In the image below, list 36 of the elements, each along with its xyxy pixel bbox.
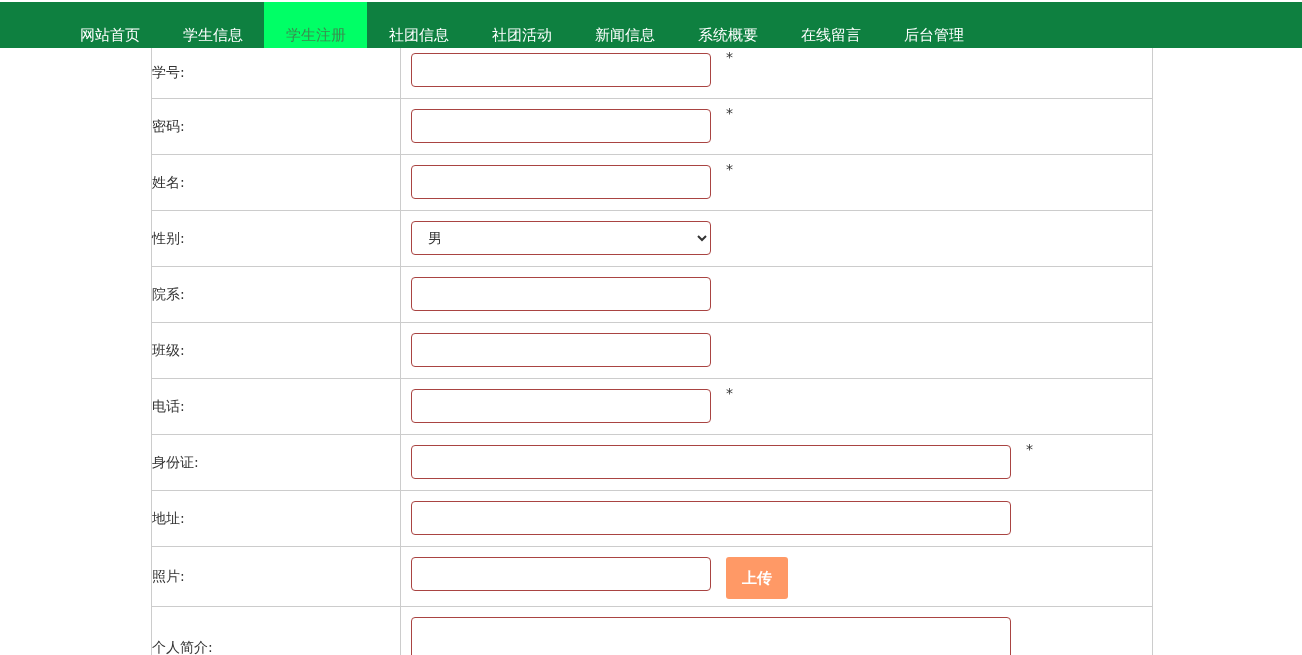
required-mark: * — [726, 161, 733, 177]
input-field[interactable] — [411, 557, 711, 591]
field-label: 姓名: — [152, 155, 401, 210]
nav-tab[interactable]: 学生注册 — [264, 2, 367, 48]
text-area[interactable] — [411, 617, 1011, 655]
nav-tab[interactable]: 在线留言 — [779, 2, 882, 48]
field-label: 照片: — [152, 547, 401, 606]
field-label: 密码: — [152, 99, 401, 154]
field-label: 班级: — [152, 323, 401, 378]
field-label: 性别: — [152, 211, 401, 266]
input-field[interactable] — [411, 277, 711, 311]
nav-tab[interactable]: 系统概要 — [676, 2, 779, 48]
field-label: 电话: — [152, 379, 401, 434]
input-field[interactable] — [411, 333, 711, 367]
field-label: 个人简介: — [152, 607, 401, 655]
nav-tab[interactable]: 网站首页 — [58, 2, 161, 48]
nav-tab[interactable]: 后台管理 — [882, 2, 985, 48]
field-label: 学号: — [152, 48, 401, 98]
nav-tab[interactable]: 社团信息 — [367, 2, 470, 48]
input-field[interactable] — [411, 445, 1011, 479]
input-field[interactable] — [411, 501, 1011, 535]
select-field[interactable]: 男 — [411, 221, 711, 255]
input-field[interactable] — [411, 389, 711, 423]
required-mark: * — [726, 385, 733, 401]
input-field[interactable] — [411, 165, 711, 199]
nav-tab[interactable]: 新闻信息 — [573, 2, 676, 48]
field-label: 身份证: — [152, 435, 401, 490]
input-field[interactable] — [411, 53, 711, 87]
required-mark: * — [726, 105, 733, 121]
field-label: 院系: — [152, 267, 401, 322]
input-field[interactable] — [411, 109, 711, 143]
nav-tab[interactable]: 社团活动 — [470, 2, 573, 48]
field-label: 地址: — [152, 491, 401, 546]
nav-tab[interactable]: 学生信息 — [161, 2, 264, 48]
required-mark: * — [1026, 441, 1033, 457]
required-mark: * — [726, 49, 733, 65]
